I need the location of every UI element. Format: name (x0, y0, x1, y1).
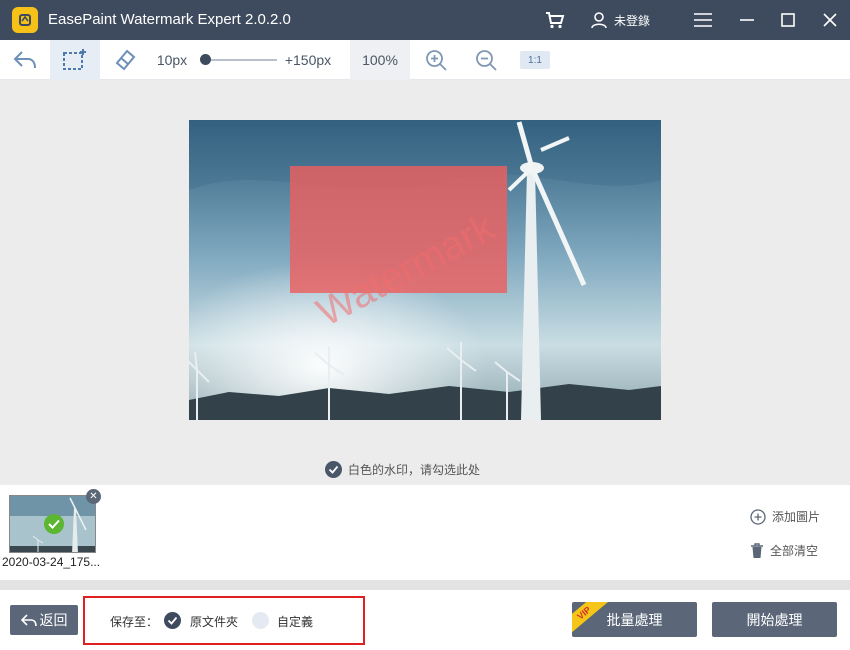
cart-icon (546, 12, 565, 29)
preview-canvas: Watermark 白色的水印，请勾选此处 (0, 80, 850, 485)
brush-min-size: 10px (152, 40, 192, 80)
toolbar: 10px +150px 100% (0, 40, 850, 80)
eraser-tool[interactable] (100, 40, 150, 80)
original-folder-radio[interactable] (164, 612, 181, 629)
start-process-button[interactable]: 開始處理 (712, 602, 837, 637)
undo-icon (13, 51, 36, 69)
add-image-button[interactable]: 添加圖片 (750, 508, 820, 525)
plus-circle-icon (750, 508, 766, 525)
panel-divider (0, 580, 850, 590)
actual-size-button[interactable]: 1:1 (520, 51, 550, 69)
custom-folder-radio[interactable] (252, 612, 269, 629)
add-image-label: 添加圖片 (772, 510, 821, 524)
save-to-label: 保存至： (110, 615, 159, 629)
zoom-out-button[interactable] (470, 40, 502, 80)
maximize-button[interactable] (778, 8, 798, 32)
maximize-icon (781, 13, 795, 27)
zoom-in-button[interactable] (420, 40, 452, 80)
login-button[interactable]: 未登錄 (590, 8, 650, 32)
thumbnail-checked-icon (44, 514, 64, 534)
thumbnail-filename: 2020-03-24_175... (2, 555, 101, 569)
start-process-label: 開始處理 (746, 611, 803, 628)
white-watermark-label: 白色的水印，请勾选此处 (348, 463, 481, 477)
brush-max-size: +150px (280, 40, 336, 80)
minimize-icon (740, 19, 754, 21)
back-arrow-icon (20, 614, 37, 627)
close-button[interactable] (820, 8, 840, 32)
radio-checked-icon (167, 616, 178, 625)
brush-max-size-label: +150px (284, 52, 332, 68)
bottom-bar: 返回 保存至： 原文件夾 自定義 VIP 批量處理 開始處理 (0, 590, 850, 650)
back-button[interactable]: 返回 (10, 605, 78, 635)
zoom-level: 100% (350, 40, 410, 80)
batch-process-label: 批量處理 (606, 611, 663, 628)
app-title: EasePaint Watermark Expert 2.0.2.0 (48, 11, 291, 28)
title-bar: EasePaint Watermark Expert 2.0.2.0 未登錄 (0, 0, 850, 40)
rectangle-select-icon (63, 49, 86, 70)
hamburger-icon (694, 13, 712, 27)
user-icon (591, 12, 607, 29)
rectangle-select-tool[interactable] (50, 40, 100, 80)
back-label: 返回 (39, 612, 68, 628)
eraser-icon (115, 49, 136, 71)
brush-min-size-label: 10px (156, 52, 188, 68)
save-location-group: 保存至： 原文件夾 自定義 (83, 596, 365, 645)
minimize-button[interactable] (737, 8, 757, 32)
white-watermark-checkbox[interactable]: 白色的水印，请勾选此处 (325, 461, 480, 478)
undo-button[interactable] (0, 40, 50, 80)
batch-process-button[interactable]: VIP 批量處理 (572, 602, 697, 637)
zoom-out-icon (476, 50, 497, 71)
login-label: 未登錄 (614, 13, 651, 28)
cart-button[interactable] (543, 8, 567, 32)
app-logo-icon (12, 7, 38, 33)
vip-badge: VIP (572, 602, 609, 636)
zoom-in-icon (426, 50, 447, 71)
brush-size-slider-track[interactable] (205, 59, 277, 61)
clear-all-label: 全部清空 (770, 544, 819, 558)
menu-button[interactable] (693, 8, 713, 32)
brush-size-slider-thumb[interactable] (200, 54, 211, 65)
trash-icon (751, 542, 763, 558)
original-folder-label[interactable]: 原文件夾 (190, 613, 238, 630)
thumbnail-remove-button[interactable]: ✕ (86, 489, 101, 504)
thumbnail-item[interactable] (9, 495, 96, 553)
close-icon (823, 13, 837, 27)
preview-image[interactable]: Watermark (189, 120, 661, 420)
thumbnail-panel: ✕ 2020-03-24_175... 添加圖片 全部清空 (0, 485, 850, 580)
check-circle-icon (325, 461, 342, 478)
custom-folder-label[interactable]: 自定義 (277, 613, 313, 630)
clear-all-button[interactable]: 全部清空 (750, 542, 818, 559)
